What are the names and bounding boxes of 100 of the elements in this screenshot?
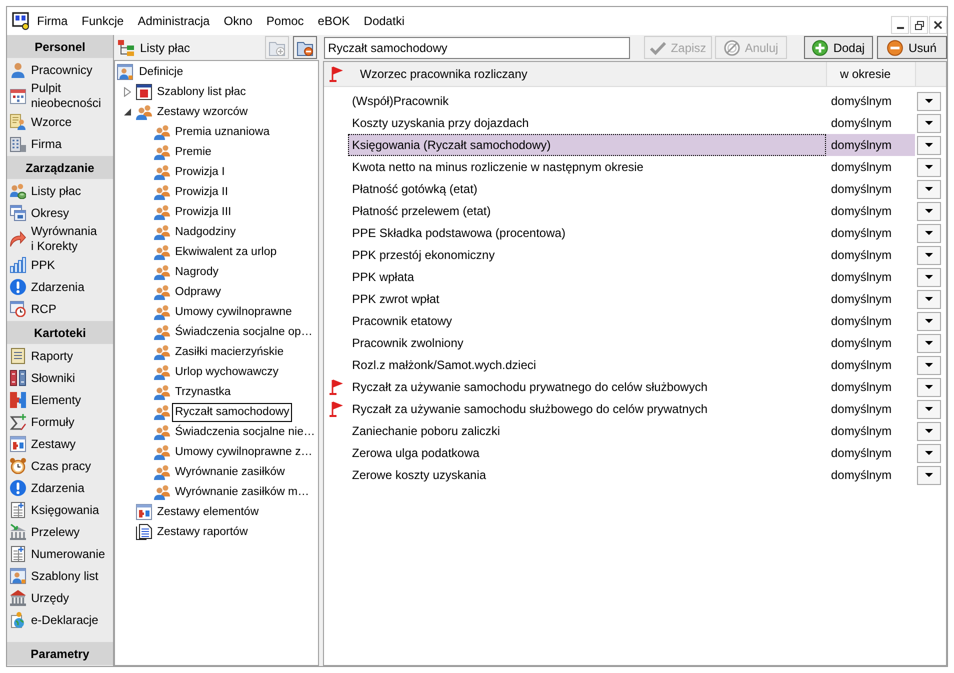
pattern-name[interactable]: Płatność gotówką (etat) <box>348 178 826 200</box>
pattern-name[interactable]: PPK przestój ekonomiczny <box>348 244 826 266</box>
pattern-name[interactable]: Ryczałt za używanie samochodu służbowego do celów prywatnych <box>348 398 826 420</box>
tree-item[interactable]: Świadczenia socjalne nie… <box>172 422 318 442</box>
tree-item[interactable]: Umowy cywilnoprawne z… <box>172 442 316 462</box>
tree-item[interactable]: Świadczenia socjalne op… <box>172 322 316 342</box>
dropdown-button[interactable] <box>917 180 941 198</box>
tree-item[interactable]: Umowy cywilnoprawne <box>172 302 295 322</box>
dropdown-button[interactable] <box>917 158 941 176</box>
tree-item[interactable]: Definicje <box>136 62 186 82</box>
sidebar-item[interactable]: Numerowanie <box>7 543 113 565</box>
sidebar-item[interactable]: Firma <box>7 133 113 155</box>
remove-folder-button[interactable] <box>293 36 317 59</box>
pattern-name[interactable]: Pracownik etatowy <box>348 310 826 332</box>
tree-item[interactable]: Ekwiwalent za urlop <box>172 242 280 262</box>
section-header[interactable]: Personel <box>7 35 113 58</box>
sidebar-item[interactable]: Zdarzenia <box>7 276 113 298</box>
name-field[interactable]: Ryczałt samochodowy <box>324 36 630 58</box>
sidebar-item[interactable]: Przelewy <box>7 521 113 543</box>
dropdown-button[interactable] <box>917 290 941 308</box>
sidebar-item[interactable]: Wyrównania i Korekty <box>7 224 113 254</box>
sidebar-item[interactable]: Szablony list <box>7 565 113 587</box>
section-header[interactable]: Parametry <box>7 642 113 665</box>
dropdown-button[interactable] <box>917 378 941 396</box>
tree-item[interactable]: Zasiłki macierzyńskie <box>172 342 287 362</box>
tree-item[interactable]: Ryczałt samochodowy <box>172 402 292 422</box>
pattern-name[interactable]: Zerowe koszty uzyskania <box>348 464 826 486</box>
section-header[interactable]: Zarządzanie <box>7 156 113 179</box>
minimize-button[interactable] <box>891 16 909 34</box>
restore-button[interactable] <box>910 16 928 34</box>
sidebar-item[interactable]: Zdarzenia <box>7 477 113 499</box>
pattern-name[interactable]: Ryczałt za używanie samochodu prywatnego do celów służbowych <box>348 376 826 398</box>
dropdown-button[interactable] <box>917 92 941 110</box>
tree-item[interactable]: Prowizja II <box>172 182 232 202</box>
dropdown-button[interactable] <box>917 356 941 374</box>
sidebar-item[interactable]: Pulpit nieobecności <box>7 81 113 111</box>
tree-item[interactable]: Prowizja I <box>172 162 228 182</box>
tree-item[interactable]: Zestawy raportów <box>154 522 251 542</box>
dropdown-button[interactable] <box>917 136 941 154</box>
pattern-name[interactable]: Księgowania (Ryczałt samochodowy) <box>348 134 826 156</box>
sidebar-item[interactable]: Słowniki <box>7 367 113 389</box>
menu-item[interactable]: Dodatki <box>356 12 412 30</box>
dropdown-button[interactable] <box>917 246 941 264</box>
pattern-name[interactable]: Koszty uzyskania przy dojazdach <box>348 112 826 134</box>
dropdown-button[interactable] <box>917 268 941 286</box>
sidebar-item[interactable]: RCP <box>7 298 113 320</box>
pattern-name[interactable]: PPK zwrot wpłat <box>348 288 826 310</box>
sidebar-item[interactable]: Formuły <box>7 411 113 433</box>
menu-item[interactable]: Administracja <box>130 12 217 30</box>
tree-item[interactable]: Zestawy wzorców <box>154 102 251 122</box>
tree-item[interactable]: Odprawy <box>172 282 224 302</box>
sidebar-item[interactable]: Urzędy <box>7 587 113 609</box>
menu-item[interactable]: Okno <box>216 12 260 30</box>
dropdown-button[interactable] <box>917 444 941 462</box>
tree-item[interactable]: Premia uznaniowa <box>172 122 273 142</box>
tree-item[interactable]: Trzynastka <box>172 382 234 402</box>
tree-toggle-icon[interactable] <box>124 108 130 116</box>
sidebar-item[interactable]: e-Deklaracje <box>7 609 113 631</box>
menu-item[interactable]: Pomoc <box>259 12 311 30</box>
pattern-name[interactable]: PPE Składka podstawowa (procentowa) <box>348 222 826 244</box>
dropdown-button[interactable] <box>917 334 941 352</box>
tree-item[interactable]: Wyrównanie zasiłków m… <box>172 482 312 502</box>
pattern-name[interactable]: Pracownik zwolniony <box>348 332 826 354</box>
dropdown-button[interactable] <box>917 422 941 440</box>
sidebar-item[interactable]: Listy płac <box>7 180 113 202</box>
tree-item[interactable]: Nadgodziny <box>172 222 239 242</box>
pattern-name[interactable]: Zaniechanie poboru zaliczki <box>348 420 826 442</box>
sidebar-item[interactable]: Czas pracy <box>7 455 113 477</box>
sidebar-item[interactable]: Zestawy <box>7 433 113 455</box>
tree-item[interactable]: Szablony list płac <box>154 82 249 102</box>
dropdown-button[interactable] <box>917 400 941 418</box>
sidebar-item[interactable]: Okresy <box>7 202 113 224</box>
sidebar-item[interactable]: Księgowania <box>7 499 113 521</box>
sidebar-item[interactable]: Elementy <box>7 389 113 411</box>
tree-item[interactable]: Zestawy elementów <box>154 502 262 522</box>
menu-item[interactable]: Firma <box>30 12 75 30</box>
pattern-name[interactable]: Kwota netto na minus rozliczenie w następnym okresie <box>348 156 826 178</box>
menu-item[interactable]: eBOK <box>310 12 357 30</box>
menu-item[interactable]: Funkcje <box>74 12 131 30</box>
column-header[interactable]: Wzorzec pracownika rozliczany <box>348 62 826 86</box>
tree-item[interactable]: Premie <box>172 142 214 162</box>
tree-item[interactable]: Nagrody <box>172 262 222 282</box>
pattern-name[interactable]: Rozl.z małżonk/Samot.wych.dzieci <box>348 354 826 376</box>
sidebar-item[interactable]: PPK <box>7 254 113 276</box>
sidebar-item[interactable]: Raporty <box>7 345 113 367</box>
pattern-name[interactable]: Płatność przelewem (etat) <box>348 200 826 222</box>
tree-item[interactable]: Wyrównanie zasiłków <box>172 462 288 482</box>
pattern-name[interactable]: Zerowa ulga podatkowa <box>348 442 826 464</box>
dropdown-button[interactable] <box>917 202 941 220</box>
dropdown-button[interactable] <box>917 466 941 484</box>
section-header[interactable]: Kartoteki <box>7 321 113 344</box>
close-button[interactable] <box>929 16 947 34</box>
tree-item[interactable]: Urlop wychowawczy <box>172 362 282 382</box>
dropdown-button[interactable] <box>917 114 941 132</box>
dropdown-button[interactable] <box>917 224 941 242</box>
sidebar-item[interactable]: Wzorce <box>7 111 113 133</box>
pattern-name[interactable]: (Współ)Pracownik <box>348 90 826 112</box>
add-button[interactable]: Dodaj <box>804 36 873 59</box>
delete-button[interactable]: Usuń <box>877 36 947 59</box>
tree-toggle-icon[interactable] <box>124 87 130 97</box>
